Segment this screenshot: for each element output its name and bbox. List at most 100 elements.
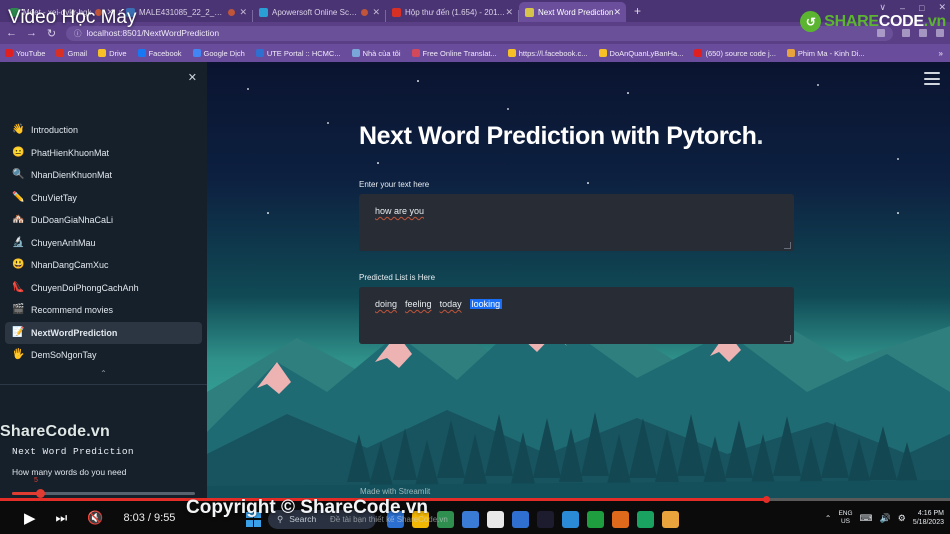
taskbar-app-icon[interactable] [662, 510, 679, 528]
page-title-dot: . [756, 122, 764, 150]
sidebar-item-label: NhanDangCamXuc [31, 260, 109, 271]
taskbar-app-icon[interactable] [487, 510, 504, 528]
taskbar-app-icon[interactable] [637, 510, 654, 528]
tab-favicon-icon [392, 7, 402, 17]
sidebar-collapse-icon[interactable]: ⌃ [0, 369, 207, 378]
clock[interactable]: 4:16 PM 5/18/2023 [913, 509, 944, 527]
tab-favicon-icon [525, 7, 535, 17]
tab-close-icon[interactable]: ✕ [372, 7, 380, 18]
streamlit-main: Next Word Prediction with Pytorch. Enter… [207, 62, 950, 512]
bookmark-favicon-icon [255, 49, 264, 57]
sidebar-item-chuyenanhmau[interactable]: 🔬 ChuyenAnhMau [0, 232, 207, 255]
sidebar-item-chuyendoiphongcachanh[interactable]: 👠 ChuyenDoiPhongCachAnh [0, 277, 207, 300]
mute-icon[interactable]: 🔇 [87, 510, 103, 526]
tab-recording-icon [361, 8, 369, 16]
taskbar-app-icon[interactable] [512, 510, 529, 528]
bookmark-label: Gmail [67, 48, 88, 58]
slider-label: How many words do you need [12, 467, 127, 477]
bookmark-item[interactable]: Gmail [56, 49, 87, 58]
browser-tab[interactable]: Hộp thư đến (1.654) - 20110590✕ [386, 2, 518, 22]
bookmark-favicon-icon [507, 49, 516, 57]
sidebar-item-dudoangianhacali[interactable]: 🏘️ DuDoanGiaNhaCaLi [0, 209, 207, 232]
tab-favicon-icon [259, 7, 269, 17]
browser-tab[interactable]: Next Word Prediction ✕ [519, 2, 626, 22]
sidebar-item-icon: ✏️ [12, 191, 25, 203]
taskbar-app-icon[interactable] [612, 510, 629, 528]
bookmark-label: (650) source code j... [705, 48, 776, 58]
prediction-word[interactable]: looking [469, 299, 503, 309]
sidebar-item-label: NextWordPrediction [31, 327, 118, 338]
prediction-word[interactable]: today [440, 299, 462, 309]
page-title: Next Word Prediction with Pytorch. [359, 122, 950, 151]
next-icon[interactable]: ⏭ [56, 510, 68, 526]
text-input[interactable]: how are you [359, 194, 794, 251]
tab-close-icon[interactable]: ✕ [613, 7, 621, 18]
play-icon[interactable]: ▶ [24, 509, 36, 527]
tray-expand-icon[interactable]: ⌃ [825, 514, 832, 523]
sidebar-item-label: ChuVietTay [31, 192, 77, 203]
volume-icon[interactable]: 🔊 [880, 513, 891, 524]
bookmark-item[interactable]: Google Dịch [192, 49, 245, 58]
predicted-list-output[interactable]: doing feeling today looking [359, 287, 794, 344]
browser-tab[interactable]: MALE431085_22_2_04CLC: Nộp ( ✕ [120, 2, 252, 22]
sidebar-item-nhandangcamxuc[interactable]: 😃 NhanDangCamXuc [0, 254, 207, 277]
bookmarks-overflow-icon[interactable]: » [939, 49, 945, 58]
taskbar-app-icon[interactable] [537, 510, 554, 528]
bookmark-item[interactable]: UTE Portal :: HCMC... [255, 49, 341, 58]
bookmark-item[interactable]: Facebook [137, 49, 182, 58]
video-controls-row: ▶ ⏭ 🔇 8:03 / 9:55 [0, 501, 175, 534]
sidebar-item-icon: 🏘️ [12, 214, 25, 226]
bookmark-item[interactable]: https://l.facebook.c... [507, 49, 588, 58]
bookmark-label: Nhà của tôi [362, 48, 401, 58]
tab-label: MALE431085_22_2_04CLC: Nộp ( [139, 7, 224, 17]
sidebar-item-icon: 📝 [12, 326, 25, 338]
bookmark-item[interactable]: Free Online Translat... [411, 49, 497, 58]
tab-close-icon[interactable]: ✕ [505, 7, 513, 18]
sidebar-item-label: Recommend movies [31, 305, 114, 316]
sidebar-item-icon: 👋 [12, 124, 25, 136]
bookmark-item[interactable]: DoAnQuanLyBanHa... [598, 49, 683, 58]
tab-label: Next Word Prediction [538, 7, 614, 17]
bookmark-label: Drive [109, 48, 127, 58]
sidebar-item-demsongontay[interactable]: 🖐️ DemSoNgonTay [0, 344, 207, 367]
logo-code: CODE [878, 12, 924, 30]
app-sidebar: ✕ 👋 Introduction 😐 PhatHienKhuonMat 🔍 NhanDie… [0, 62, 207, 512]
bookmark-item[interactable]: YouTube [5, 49, 45, 58]
site-info-icon[interactable]: ⓘ [74, 28, 82, 39]
taskbar-app-icon[interactable] [462, 510, 479, 528]
taskbar-app-icon[interactable] [587, 510, 604, 528]
video-progress-handle[interactable] [762, 496, 770, 503]
resize-grip-icon[interactable] [784, 242, 791, 249]
slider-handle[interactable] [35, 488, 45, 498]
settings-gear-icon[interactable]: ⚙ [898, 513, 906, 524]
bookmark-item[interactable]: Nhà của tôi [351, 48, 401, 58]
sidebar-item-nextwordprediction[interactable]: 📝 NextWordPrediction [5, 321, 202, 344]
address-bar[interactable]: ⓘ localhost:8501/NextWordPrediction [66, 25, 893, 41]
keyboard-icon[interactable]: ⌨ [860, 513, 873, 524]
new-tab-button[interactable]: + [626, 4, 649, 18]
sidebar-item-chuviettay[interactable]: ✏️ ChuVietTay [0, 187, 207, 210]
text-input-value: how are you [375, 206, 425, 216]
bookmark-item[interactable]: Drive [98, 49, 127, 58]
sidebar-panel-title: Next Word Prediction [12, 446, 135, 457]
sidebar-item-icon: 👠 [12, 281, 25, 293]
bookmark-item[interactable]: (650) source code j... [694, 48, 776, 58]
prediction-word[interactable]: feeling [405, 299, 432, 309]
tab-label: Hộp thư đến (1.654) - 20110590 [405, 7, 506, 17]
bookmark-item[interactable]: Phim Ma - Kinh Di... [786, 49, 865, 58]
sidebar-item-introduction[interactable]: 👋 Introduction [0, 119, 207, 142]
sidebar-item-recommend-movies[interactable]: 🎬 Recommend movies [0, 299, 207, 322]
resize-grip-icon[interactable] [784, 335, 791, 342]
sidebar-item-phathienkhuonmat[interactable]: 😐 PhatHienKhuonMat [0, 142, 207, 165]
predicted-list-label: Predicted List is Here [359, 273, 436, 282]
sidebar-close-icon[interactable]: ✕ [188, 71, 197, 84]
prediction-word[interactable]: doing [375, 299, 397, 309]
bookmark-favicon-icon [56, 49, 65, 57]
tab-close-icon[interactable]: ✕ [239, 7, 247, 18]
sidebar-item-nhandienkhuonmat[interactable]: 🔍 NhanDienKhuonMat [0, 164, 207, 187]
language-indicator[interactable]: ENG US [838, 510, 852, 526]
sidebar-divider [0, 383, 207, 385]
web-page: Next Word Prediction with Pytorch. Enter… [0, 62, 950, 512]
taskbar-app-icon[interactable] [562, 510, 579, 528]
browser-tab[interactable]: Apowersoft Online Screen R ✕ [253, 2, 385, 22]
